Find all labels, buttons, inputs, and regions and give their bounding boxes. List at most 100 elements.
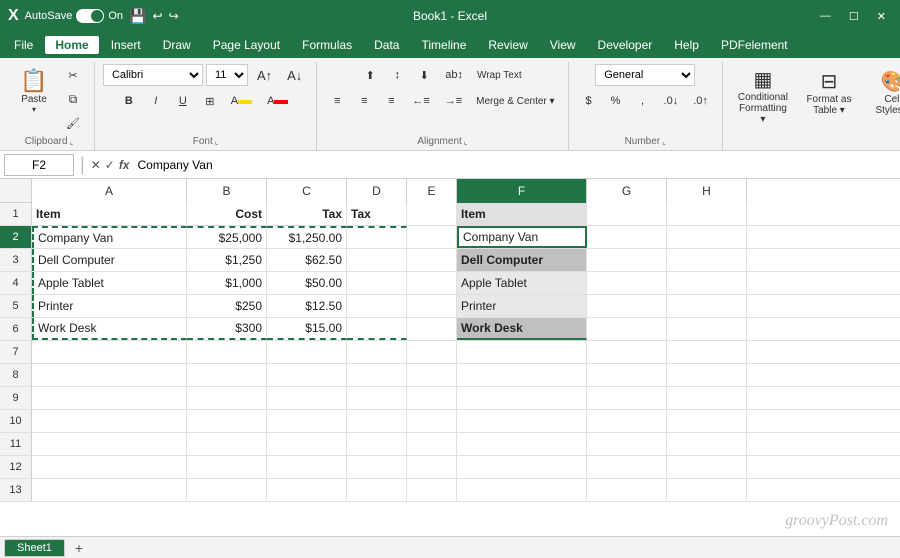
cell-a6[interactable]: Work Desk <box>32 318 187 340</box>
conditional-formatting-button[interactable]: ▦ ConditionalFormatting ▾ <box>731 62 795 130</box>
copy-button[interactable]: ⧉ <box>60 88 86 110</box>
currency-button[interactable]: $ <box>577 90 601 112</box>
col-header-e[interactable]: E <box>407 179 457 203</box>
cell-g6[interactable] <box>587 318 667 340</box>
cell-e8[interactable] <box>407 364 457 386</box>
formula-confirm-icon[interactable]: ✓ <box>105 158 115 172</box>
cell-b5[interactable]: $250 <box>187 295 267 317</box>
cell-h13[interactable] <box>667 479 747 501</box>
col-header-a[interactable]: A <box>32 179 187 203</box>
decrease-decimal-button[interactable]: .0↓ <box>658 90 685 112</box>
cell-b6[interactable]: $300 <box>187 318 267 340</box>
cell-f8[interactable] <box>457 364 587 386</box>
cell-h7[interactable] <box>667 341 747 363</box>
cell-g2[interactable] <box>587 226 667 248</box>
number-expand-icon[interactable]: ⌞ <box>662 137 666 146</box>
cell-c13[interactable] <box>267 479 347 501</box>
menu-view[interactable]: View <box>540 36 586 54</box>
cell-h9[interactable] <box>667 387 747 409</box>
cell-h11[interactable] <box>667 433 747 455</box>
cell-c2[interactable]: $1,250.00 <box>267 226 347 248</box>
paste-button[interactable]: 📋 Paste ▾ <box>12 64 56 118</box>
paste-dropdown-icon[interactable]: ▾ <box>32 105 36 114</box>
cell-c12[interactable] <box>267 456 347 478</box>
number-format-select[interactable]: General <box>595 64 695 86</box>
cell-g9[interactable] <box>587 387 667 409</box>
cell-g1[interactable] <box>587 203 667 225</box>
cell-f6[interactable]: Work Desk <box>457 318 587 340</box>
cell-f12[interactable] <box>457 456 587 478</box>
percent-button[interactable]: % <box>604 90 628 112</box>
formula-cancel-icon[interactable]: ✕ <box>91 158 101 172</box>
cell-h10[interactable] <box>667 410 747 432</box>
menu-data[interactable]: Data <box>364 36 409 54</box>
cell-d7[interactable] <box>347 341 407 363</box>
cell-h12[interactable] <box>667 456 747 478</box>
cell-f1[interactable]: Item <box>457 203 587 225</box>
cell-b1[interactable]: Cost <box>187 203 267 225</box>
cell-c7[interactable] <box>267 341 347 363</box>
cell-h6[interactable] <box>667 318 747 340</box>
cell-d6[interactable] <box>347 318 407 340</box>
menu-draw[interactable]: Draw <box>153 36 201 54</box>
cell-e2[interactable] <box>407 226 457 248</box>
merge-center-button[interactable]: Merge & Center ▾ <box>471 90 559 112</box>
formula-fx-icon[interactable]: fx <box>119 158 130 172</box>
cell-c4[interactable]: $50.00 <box>267 272 347 294</box>
cell-g7[interactable] <box>587 341 667 363</box>
cell-d11[interactable] <box>347 433 407 455</box>
cell-f2[interactable]: Company Van <box>457 226 587 248</box>
cell-a12[interactable] <box>32 456 187 478</box>
cell-styles-button[interactable]: 🎨 CellStyles ▾ <box>863 62 900 122</box>
cell-c8[interactable] <box>267 364 347 386</box>
cell-e13[interactable] <box>407 479 457 501</box>
cell-f4[interactable]: Apple Tablet <box>457 272 587 294</box>
minimize-btn[interactable]: — <box>814 10 837 23</box>
cell-h4[interactable] <box>667 272 747 294</box>
font-family-select[interactable]: Calibri <box>103 64 203 86</box>
cell-a8[interactable] <box>32 364 187 386</box>
col-header-c[interactable]: C <box>267 179 347 203</box>
cell-f5[interactable]: Printer <box>457 295 587 317</box>
add-sheet-button[interactable]: + <box>67 538 91 558</box>
cell-b11[interactable] <box>187 433 267 455</box>
col-header-d[interactable]: D <box>347 179 407 203</box>
cell-e7[interactable] <box>407 341 457 363</box>
cell-a3[interactable]: Dell Computer <box>32 249 187 271</box>
cell-e11[interactable] <box>407 433 457 455</box>
menu-file[interactable]: File <box>4 36 43 54</box>
cell-b2[interactable]: $25,000 <box>187 226 267 248</box>
cell-d13[interactable] <box>347 479 407 501</box>
col-header-b[interactable]: B <box>187 179 267 203</box>
cell-e12[interactable] <box>407 456 457 478</box>
menu-review[interactable]: Review <box>478 36 537 54</box>
wrap-text-button[interactable]: Wrap Text <box>472 64 527 86</box>
cell-c11[interactable] <box>267 433 347 455</box>
cell-a1[interactable]: Item <box>32 203 187 225</box>
cell-c5[interactable]: $12.50 <box>267 295 347 317</box>
col-header-f[interactable]: F <box>457 179 587 203</box>
cell-d4[interactable] <box>347 272 407 294</box>
cell-f3[interactable]: Dell Computer <box>457 249 587 271</box>
cell-c9[interactable] <box>267 387 347 409</box>
menu-developer[interactable]: Developer <box>588 36 663 54</box>
align-center-button[interactable]: ≡ <box>352 90 376 112</box>
cell-g5[interactable] <box>587 295 667 317</box>
cell-g12[interactable] <box>587 456 667 478</box>
name-box[interactable] <box>4 154 74 176</box>
col-header-h[interactable]: H <box>667 179 747 203</box>
sheet1-tab[interactable]: Sheet1 <box>4 539 65 557</box>
cell-g4[interactable] <box>587 272 667 294</box>
align-right-button[interactable]: ≡ <box>379 90 403 112</box>
cut-button[interactable]: ✂ <box>60 64 86 86</box>
underline-button[interactable]: U <box>171 90 195 112</box>
alignment-expand-icon[interactable]: ⌞ <box>464 137 468 146</box>
cell-c10[interactable] <box>267 410 347 432</box>
col-header-g[interactable]: G <box>587 179 667 203</box>
cell-b9[interactable] <box>187 387 267 409</box>
autosave-toggle[interactable] <box>76 9 104 23</box>
cell-f11[interactable] <box>457 433 587 455</box>
font-color-button[interactable]: A <box>261 90 294 112</box>
cell-g11[interactable] <box>587 433 667 455</box>
comma-button[interactable]: , <box>631 90 655 112</box>
